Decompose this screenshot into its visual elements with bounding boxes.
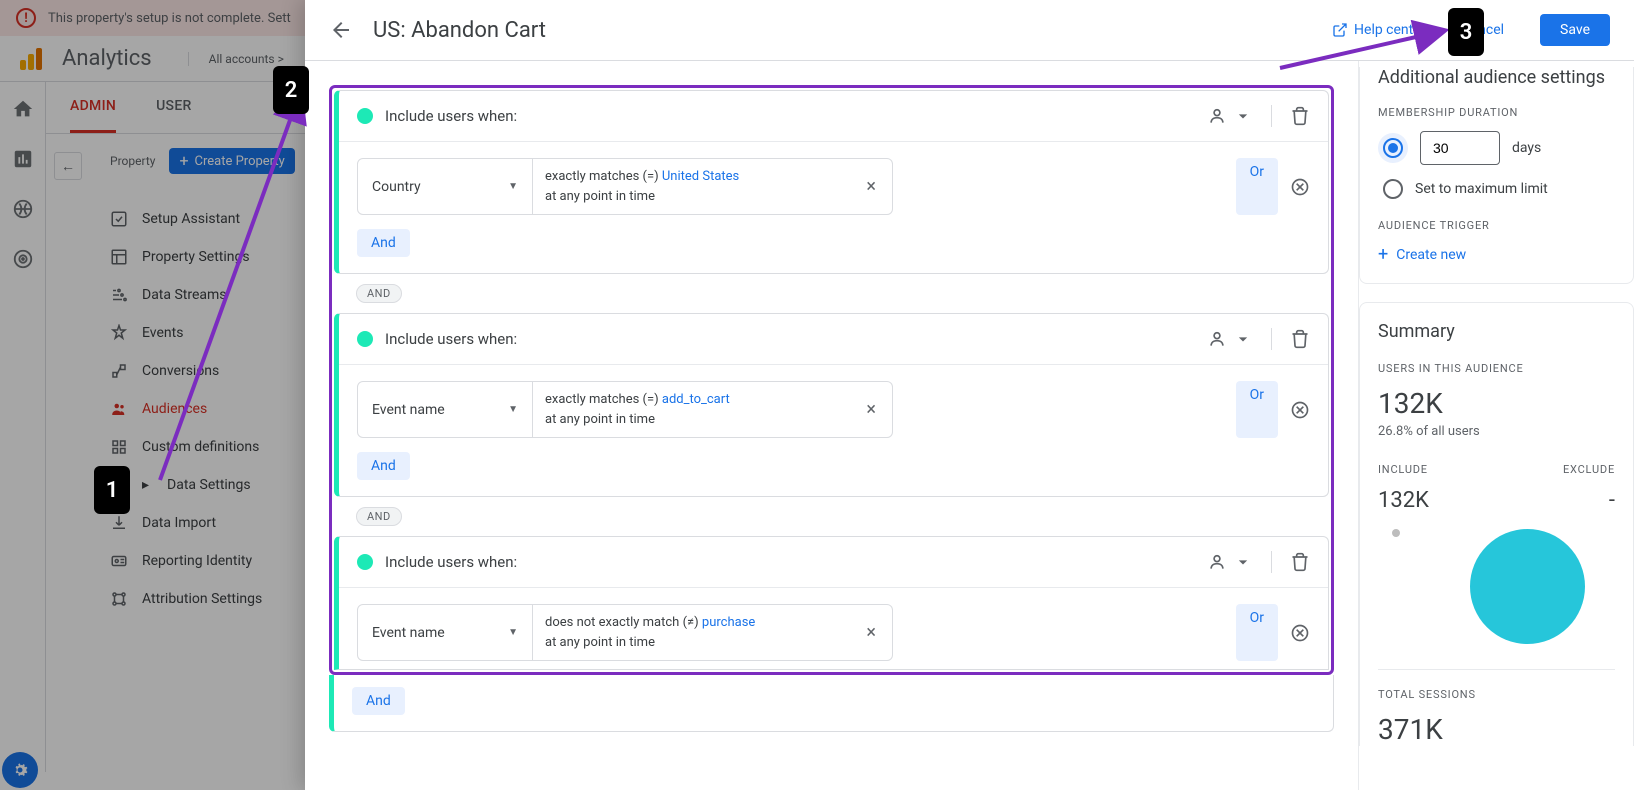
exclude-label: Exclude	[1497, 463, 1616, 476]
clear-filter-icon[interactable]: ×	[862, 399, 880, 420]
condition-card: Include users when: Event name▼ does not…	[334, 536, 1329, 670]
include-indicator-icon	[357, 554, 373, 570]
users-count: 132K	[1378, 387, 1615, 420]
include-users-label: Include users when:	[385, 330, 1195, 348]
days-unit: days	[1512, 140, 1541, 156]
scope-icon[interactable]	[1207, 106, 1227, 126]
chevron-down-icon[interactable]	[1233, 552, 1253, 572]
audience-pie-chart	[1378, 521, 1615, 651]
max-limit-label: Set to maximum limit	[1415, 181, 1548, 197]
duration-days-radio[interactable]	[1383, 138, 1403, 158]
conditions-highlight: Include users when: Country▼ exactly mat…	[329, 85, 1334, 675]
chevron-down-icon[interactable]	[1233, 329, 1253, 349]
filter-chip[interactable]: does not exactly match (≠) purchaseat an…	[533, 604, 893, 661]
panel-title: US: Abandon Cart	[373, 18, 1312, 43]
dimension-select[interactable]: Country▼	[357, 158, 533, 215]
or-button[interactable]: Or	[1236, 381, 1278, 438]
dimension-select[interactable]: Event name▼	[357, 381, 533, 438]
callout-badge-1: 1	[94, 466, 130, 514]
audience-editor-panel: US: Abandon Cart Help center Cancel Save…	[305, 0, 1634, 790]
clear-filter-icon[interactable]: ×	[862, 622, 880, 643]
condition-card: Include users when: Event name▼ exactly …	[334, 313, 1329, 497]
filter-chip[interactable]: exactly matches (=) add_to_cartat any po…	[533, 381, 893, 438]
or-button[interactable]: Or	[1236, 604, 1278, 661]
callout-badge-2: 2	[273, 66, 309, 114]
include-label: Include	[1378, 463, 1497, 476]
sessions-count: 371K	[1378, 713, 1615, 746]
include-indicator-icon	[357, 108, 373, 124]
save-button[interactable]: Save	[1540, 14, 1610, 46]
days-input[interactable]	[1420, 131, 1500, 165]
users-label: Users in this audience	[1378, 362, 1615, 375]
clear-filter-icon[interactable]: ×	[862, 176, 880, 197]
remove-condition-icon[interactable]	[1290, 400, 1310, 420]
create-new-trigger-button[interactable]: +Create new	[1378, 244, 1615, 265]
trigger-label: Audience trigger	[1378, 219, 1615, 232]
callout-badge-3: 3	[1448, 8, 1484, 56]
chevron-down-icon[interactable]	[1233, 106, 1253, 126]
and-button[interactable]: And	[357, 452, 410, 480]
open-in-new-icon	[1332, 22, 1348, 38]
settings-title: Additional audience settings	[1378, 67, 1615, 88]
dimension-select[interactable]: Event name▼	[357, 604, 533, 661]
remove-condition-icon[interactable]	[1290, 177, 1310, 197]
summary-title: Summary	[1378, 321, 1615, 342]
and-connector: AND	[356, 507, 402, 526]
include-indicator-icon	[357, 331, 373, 347]
sessions-label: Total sessions	[1378, 688, 1615, 701]
delete-icon[interactable]	[1290, 552, 1310, 572]
back-arrow-icon[interactable]	[329, 18, 353, 42]
summary-card: Summary Users in this audience 132K 26.8…	[1359, 302, 1634, 746]
duration-max-radio[interactable]	[1383, 179, 1403, 199]
users-pct: 26.8% of all users	[1378, 424, 1615, 439]
include-users-label: Include users when:	[385, 107, 1195, 125]
filter-chip[interactable]: exactly matches (=) United Statesat any …	[533, 158, 893, 215]
exclude-value: -	[1497, 488, 1616, 513]
and-button[interactable]: And	[357, 229, 410, 257]
delete-icon[interactable]	[1290, 106, 1310, 126]
duration-label: Membership duration	[1378, 106, 1615, 119]
include-users-label: Include users when:	[385, 553, 1195, 571]
delete-icon[interactable]	[1290, 329, 1310, 349]
remove-condition-icon[interactable]	[1290, 623, 1310, 643]
scope-icon[interactable]	[1207, 552, 1227, 572]
help-center-link[interactable]: Help center	[1332, 22, 1425, 38]
or-button[interactable]: Or	[1236, 158, 1278, 215]
and-button[interactable]: And	[352, 687, 405, 715]
and-connector: AND	[356, 284, 402, 303]
condition-card: Include users when: Country▼ exactly mat…	[334, 90, 1329, 274]
scope-icon[interactable]	[1207, 329, 1227, 349]
include-value: 132K	[1378, 488, 1497, 513]
